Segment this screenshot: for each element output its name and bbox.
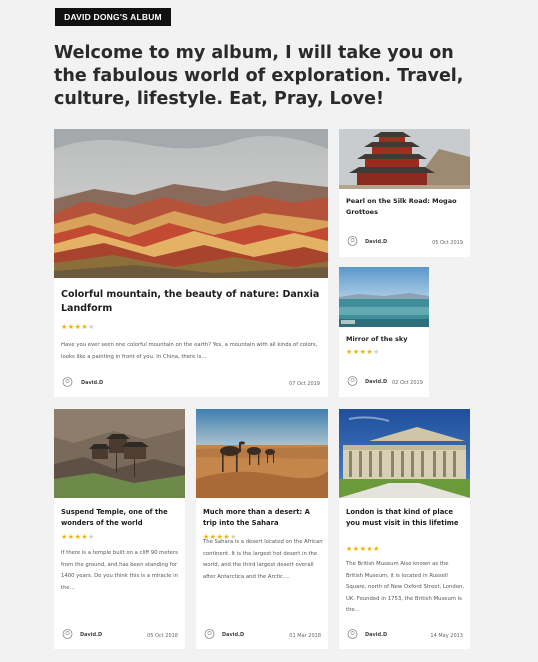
rating-stars: ★★★★★ xyxy=(346,545,380,553)
avatar xyxy=(62,377,73,387)
rainbow-mountains-image[interactable] xyxy=(54,129,328,278)
page-headline: Welcome to my album, I will take you on … xyxy=(54,43,464,109)
rating-stars: ★★★★★ xyxy=(61,323,95,331)
star-icon: ★ xyxy=(67,533,75,541)
article-card-london[interactable]: London is that kind of place you must vi… xyxy=(339,409,470,649)
avatar xyxy=(347,236,358,246)
album-label: DAVID DONG'S ALBUM xyxy=(55,8,171,26)
author-name[interactable]: David.D xyxy=(80,632,102,638)
hanging-temple-image[interactable] xyxy=(54,409,185,498)
article-excerpt: Have you ever seen one colorful mountain… xyxy=(61,342,318,360)
avatar xyxy=(347,376,358,386)
author-name[interactable]: David.D xyxy=(365,379,387,385)
rating-stars: ★★★★★ xyxy=(61,533,95,541)
star-icon: ★ xyxy=(346,348,353,356)
author-name[interactable]: David.D xyxy=(81,380,103,386)
article-card-suspend-temple[interactable]: Suspend Temple, one of the wonders of th… xyxy=(54,409,185,649)
salt-lake-image[interactable] xyxy=(339,267,429,327)
mogao-pagoda-image[interactable] xyxy=(339,129,470,189)
star-icon: ★ xyxy=(352,348,360,356)
star-icon: ★ xyxy=(352,545,360,553)
rating-stars: ★★★★★ xyxy=(346,348,380,356)
article-title[interactable]: Pearl on the Silk Road: Mogao Grottoes xyxy=(346,196,464,217)
article-title[interactable]: Much more than a desert: A trip into the… xyxy=(203,507,323,529)
star-icon: ★ xyxy=(88,533,95,541)
star-icon: ★ xyxy=(61,323,68,331)
article-card-mirror-sky[interactable]: Mirror of the sky ★★★★★ David.D 02 Oct 2… xyxy=(339,267,429,397)
avatar xyxy=(62,629,73,639)
post-date: 07 Oct 2019 xyxy=(289,381,320,387)
camels-desert-image[interactable] xyxy=(196,409,328,498)
article-card-danxia[interactable]: Colorful mountain, the beauty of nature:… xyxy=(54,129,328,397)
post-date: 02 Oct 2019 xyxy=(392,380,423,386)
star-icon: ★ xyxy=(373,348,380,356)
avatar xyxy=(204,629,215,639)
star-icon: ★ xyxy=(61,533,68,541)
article-excerpt: The British Museum Also known as the Bri… xyxy=(346,561,465,613)
avatar xyxy=(347,629,358,639)
author-name[interactable]: David.D xyxy=(222,632,244,638)
british-museum-image[interactable] xyxy=(339,409,470,498)
article-excerpt: The Sahara is a desert located on the Af… xyxy=(203,539,323,580)
article-title[interactable]: London is that kind of place you must vi… xyxy=(346,507,466,529)
post-date: 01 Mar 2018 xyxy=(289,633,321,639)
article-title[interactable]: Mirror of the sky xyxy=(346,334,426,344)
star-icon: ★ xyxy=(88,323,95,331)
author-name[interactable]: David.D xyxy=(365,632,387,638)
article-card-sahara[interactable]: Much more than a desert: A trip into the… xyxy=(196,409,328,649)
author-name[interactable]: David.D xyxy=(365,239,387,245)
star-icon: ★ xyxy=(373,545,380,553)
article-title[interactable]: Colorful mountain, the beauty of nature:… xyxy=(61,288,323,315)
post-date: 05 Oct 2019 xyxy=(432,240,463,246)
post-date: 05 Oct 2018 xyxy=(147,633,178,639)
star-icon: ★ xyxy=(67,323,75,331)
post-date: 14 May 2013 xyxy=(430,633,463,639)
article-excerpt: If there is a temple built on a cliff 90… xyxy=(61,550,178,591)
star-icon: ★ xyxy=(346,545,353,553)
article-title[interactable]: Suspend Temple, one of the wonders of th… xyxy=(61,507,181,529)
article-card-mogao[interactable]: Pearl on the Silk Road: Mogao Grottoes D… xyxy=(339,129,470,257)
